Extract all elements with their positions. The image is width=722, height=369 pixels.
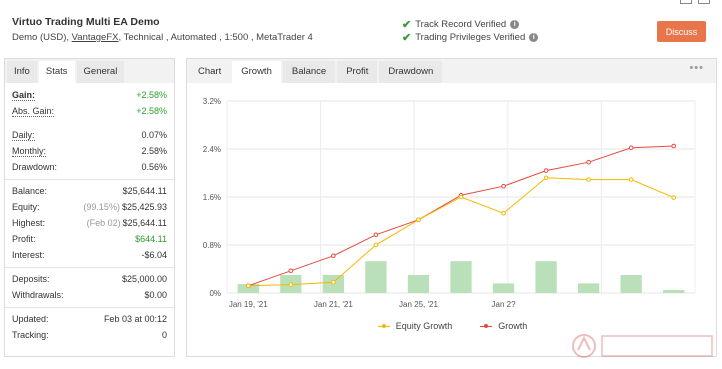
- system-subtitle: Demo (USD), VantageFX, Technical , Autom…: [12, 32, 313, 43]
- system-header: Virtuo Trading Multi EA Demo Demo (USD),…: [0, 0, 722, 56]
- tab-general[interactable]: General: [76, 61, 125, 83]
- bar: [407, 275, 430, 293]
- y-tick-label: 1.6%: [203, 193, 221, 202]
- series-point: [628, 177, 634, 182]
- info-icon[interactable]: i: [529, 33, 539, 42]
- stat-abs-gain: Abs. Gain: +2.58%: [12, 105, 167, 117]
- series-point: [288, 282, 294, 287]
- bar: [535, 261, 557, 293]
- track-record-verified: ✔ Track Record Verified i: [402, 18, 520, 31]
- legend-equity-growth[interactable]: Equity Growth: [377, 321, 452, 331]
- tab-stats[interactable]: Stats: [38, 61, 75, 83]
- series-point: [543, 175, 549, 181]
- stat-tracking: Tracking: 0: [12, 330, 167, 340]
- y-tick-label: 2.4%: [203, 145, 221, 154]
- legend-growth[interactable]: Growth: [480, 321, 527, 331]
- series-point: [628, 145, 634, 151]
- x-tick-label: Jan 19, '21: [229, 300, 268, 309]
- system-title: Virtuo Trading Multi EA Demo: [12, 16, 160, 28]
- bar: [578, 283, 600, 293]
- discuss-button[interactable]: Discuss: [657, 21, 706, 42]
- chart-panel: Chart Growth Balance Profit Drawdown •••…: [186, 58, 717, 357]
- account-type: Demo (USD),: [12, 32, 70, 43]
- divider: [5, 307, 174, 308]
- tab-drawdown[interactable]: Drawdown: [379, 61, 443, 83]
- tab-info[interactable]: Info: [7, 61, 37, 83]
- tab-growth[interactable]: Growth: [232, 61, 281, 83]
- series-point: [543, 168, 549, 173]
- stat-balance: Balance: $25,644.11: [12, 186, 167, 196]
- series-point: [671, 143, 677, 149]
- series-point: [671, 195, 677, 200]
- series-point: [458, 194, 464, 200]
- chart-tabs: Chart Growth Balance Profit Drawdown: [187, 59, 716, 83]
- tab-balance[interactable]: Balance: [282, 61, 336, 83]
- series-point: [288, 268, 294, 274]
- x-tick-label: Jan 25, '21: [399, 300, 438, 309]
- stat-equity: Equity: (99.15%) $25,425.93: [12, 202, 167, 212]
- series-point: [331, 279, 336, 285]
- check-icon: ✔: [402, 32, 412, 44]
- tab-profit[interactable]: Profit: [337, 61, 378, 83]
- series-point: [501, 183, 506, 189]
- bar: [450, 261, 472, 293]
- tab-chart-label: Chart: [198, 66, 222, 77]
- more-options-icon[interactable]: •••: [689, 62, 704, 74]
- stat-drawdown: Drawdown: 0.56%: [12, 162, 167, 172]
- series-point: [416, 217, 421, 223]
- series-point: [586, 159, 591, 165]
- series-point: [501, 210, 506, 216]
- y-tick-label: 0%: [209, 289, 221, 298]
- bar: [492, 283, 515, 293]
- series-point: [331, 253, 336, 259]
- stat-interest: Interest: -$6.04: [12, 250, 167, 260]
- stat-monthly: Monthly: 2.58%: [12, 145, 167, 157]
- x-tick-label: Jan 2?: [492, 300, 517, 309]
- stats-tabs: Info Stats General: [5, 59, 174, 83]
- bar: [365, 261, 387, 293]
- account-details: , Technical , Automated , 1:500 , MetaTr…: [118, 32, 313, 43]
- stat-highest: Highest: (Feb 02) $25,644.11: [12, 218, 167, 228]
- series-point: [586, 177, 591, 182]
- stat-updated: Updated: Feb 03 at 00:12: [12, 314, 167, 324]
- info-icon[interactable]: i: [510, 20, 520, 29]
- divider: [5, 267, 174, 268]
- stats-panel: Info Stats General Gain: +2.58% Abs. Gai…: [4, 58, 175, 357]
- series-point: [373, 242, 379, 248]
- watermark-logo: [572, 334, 713, 358]
- broker-link[interactable]: VantageFX: [72, 32, 119, 43]
- divider: [5, 179, 174, 180]
- y-tick-label: 0.8%: [203, 241, 221, 250]
- stat-gain: Gain: +2.58%: [12, 89, 167, 101]
- control-box-icon[interactable]: [698, 0, 710, 4]
- stat-daily: Daily: 0.07%: [12, 129, 167, 141]
- bar: [620, 275, 642, 293]
- bar: [663, 290, 685, 293]
- window-controls: [680, 0, 710, 4]
- x-tick-label: Jan 21, '21: [314, 300, 353, 309]
- stat-profit: Profit: $644.11: [12, 234, 167, 244]
- control-box-icon[interactable]: [680, 0, 692, 4]
- check-icon: ✔: [402, 19, 412, 31]
- growth-chart: 3.2% 2.4% 1.6% 0.8% 0% Jan 19, '21 Jan 21, '21…: [203, 97, 696, 309]
- y-tick-label: 3.2%: [203, 97, 221, 106]
- series-point: [245, 283, 251, 289]
- trading-privileges-verified: ✔ Trading Privileges Verified i: [402, 31, 539, 44]
- stat-withdrawals: Withdrawals: $0.00: [12, 290, 167, 300]
- series-point: [373, 232, 379, 238]
- stat-deposits: Deposits: $25,000.00: [12, 274, 167, 284]
